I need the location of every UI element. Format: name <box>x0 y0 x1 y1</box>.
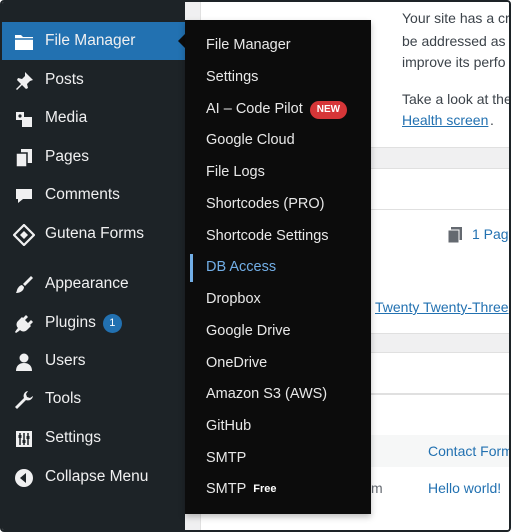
sidebar-item-label: Pages <box>45 148 89 165</box>
sidebar-item-label: Settings <box>45 429 102 446</box>
submenu-item-smtp-free[interactable]: SMTP Free <box>185 475 371 505</box>
sidebar-item-pages[interactable]: Pages <box>2 138 185 176</box>
sidebar-item-comments[interactable]: Comments <box>2 176 185 214</box>
sidebar-item-tools[interactable]: Tools <box>2 380 185 418</box>
submenu-item-label: SMTP Free <box>206 481 277 497</box>
submenu-item-google-drive[interactable]: Google Drive <box>185 317 371 347</box>
pages-count-link[interactable]: 1 Pag <box>472 226 509 242</box>
submenu-item-amazon-s3[interactable]: Amazon S3 (AWS) <box>185 380 371 410</box>
users-icon <box>13 351 35 373</box>
sidebar-item-label: Media <box>45 109 88 126</box>
admin-sidebar: File Manager Posts Media Pages Comments <box>2 2 186 530</box>
submenu-item-file-manager[interactable]: File Manager <box>185 31 371 61</box>
submenu-item-smtp[interactable]: SMTP <box>185 444 371 474</box>
collapse-menu-button[interactable]: Collapse Menu <box>2 458 185 496</box>
sidebar-item-plugins[interactable]: Plugins 1 <box>2 304 185 342</box>
submenu-item-shortcode-settings[interactable]: Shortcode Settings <box>185 222 371 252</box>
sidebar-item-label: File Manager <box>45 32 136 49</box>
submenu-item-label: Shortcode Settings <box>206 228 329 244</box>
submenu-item-label: Dropbox <box>206 291 261 307</box>
notice-text-3: improve its perfo <box>402 54 506 70</box>
sidebar-item-label: Posts <box>45 71 84 88</box>
sidebar-item-settings[interactable]: Settings <box>2 419 185 457</box>
submenu-item-label: AI – Code Pilot NEW <box>206 101 348 119</box>
notice-text-1: Your site has a cr <box>402 10 510 26</box>
file-manager-icon <box>13 31 35 53</box>
hello-world-link[interactable]: Hello world! <box>428 480 501 496</box>
sidebar-item-file-manager[interactable]: File Manager <box>2 22 186 60</box>
notice-text-2: be addressed as <box>402 33 506 49</box>
sidebar-item-label: Users <box>45 352 86 369</box>
pages-icon-small <box>447 227 462 244</box>
pages-icon <box>13 147 35 169</box>
health-suffix: . <box>490 112 494 128</box>
submenu-item-label: Amazon S3 (AWS) <box>206 386 328 402</box>
submenu-item-onedrive[interactable]: OneDrive <box>185 349 371 379</box>
submenu-item-label: File Manager <box>206 37 291 53</box>
sidebar-item-gutena-forms[interactable]: Gutena Forms <box>2 215 185 253</box>
settings-sliders-icon <box>13 428 35 450</box>
submenu-item-label: SMTP <box>206 450 247 466</box>
submenu-item-label: Google Drive <box>206 323 291 339</box>
new-badge: NEW <box>309 101 348 119</box>
comments-icon <box>13 185 35 207</box>
submenu-item-label: Settings <box>206 69 259 85</box>
media-icon <box>13 108 35 130</box>
submenu-item-shortcodes-pro[interactable]: Shortcodes (PRO) <box>185 190 371 220</box>
sidebar-item-label: Tools <box>45 390 82 407</box>
sidebar-item-users[interactable]: Users <box>2 342 185 380</box>
pin-icon <box>13 70 35 92</box>
plugins-icon <box>13 313 35 335</box>
submenu-item-label: GitHub <box>206 418 252 434</box>
submenu-item-label: File Logs <box>206 164 265 180</box>
submenu-item-label: Google Cloud <box>206 132 295 148</box>
sidebar-item-appearance[interactable]: Appearance <box>2 265 185 303</box>
sidebar-item-media[interactable]: Media <box>2 99 185 137</box>
submenu-item-label: Shortcodes (PRO) <box>206 196 325 212</box>
submenu-item-ai-code-pilot[interactable]: AI – Code Pilot NEW <box>185 95 371 125</box>
theme-link[interactable]: Twenty Twenty-Three <box>375 299 509 315</box>
submenu-item-label: DB Access <box>206 259 277 275</box>
sidebar-item-label: Gutena Forms <box>45 225 145 242</box>
submenu-item-file-logs[interactable]: File Logs <box>185 158 371 188</box>
sidebar-item-label: Plugins 1 <box>45 314 122 333</box>
gutena-forms-icon <box>13 224 35 246</box>
collapse-arrow-icon <box>13 467 35 489</box>
contact-form-link[interactable]: Contact Form <box>428 443 509 459</box>
plugins-update-badge: 1 <box>102 314 122 333</box>
submenu-item-github[interactable]: GitHub <box>185 412 371 442</box>
submenu-item-google-cloud[interactable]: Google Cloud <box>185 126 371 156</box>
tools-wrench-icon <box>13 389 35 411</box>
sidebar-item-label: Appearance <box>45 275 129 292</box>
file-manager-submenu: File Manager Settings AI – Code Pilot NEW… <box>185 20 371 514</box>
screenshot-frame: Your site has a cr be addressed as impro… <box>0 0 511 532</box>
sidebar-item-label: Comments <box>45 186 120 203</box>
submenu-item-db-access[interactable]: DB Access <box>185 253 371 283</box>
appearance-brush-icon <box>13 274 35 296</box>
notice-text-4: Take a look at the <box>402 91 511 107</box>
sidebar-item-posts[interactable]: Posts <box>2 61 185 99</box>
free-tag: Free <box>253 483 277 495</box>
site-health-link[interactable]: Health screen <box>402 112 488 128</box>
submenu-item-settings[interactable]: Settings <box>185 63 371 93</box>
submenu-item-label: OneDrive <box>206 355 268 371</box>
partial-text: m <box>371 480 383 496</box>
submenu-item-dropbox[interactable]: Dropbox <box>185 285 371 315</box>
sidebar-item-label: Collapse Menu <box>45 468 149 485</box>
